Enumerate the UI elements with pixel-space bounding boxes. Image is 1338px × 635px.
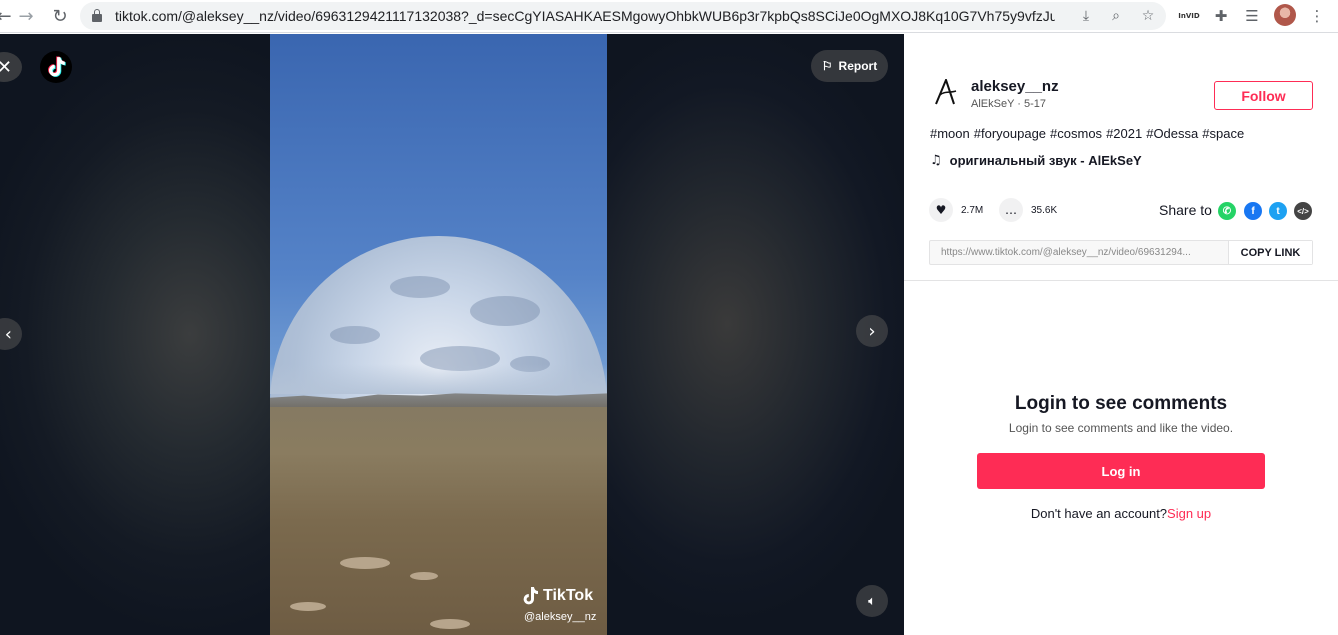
comments-login-title: Login to see comments: [1014, 393, 1228, 414]
close-icon: ✕: [0, 56, 12, 78]
chevron-right-icon: ›: [868, 320, 876, 342]
lock-icon: [92, 9, 102, 22]
follow-button[interactable]: Follow: [1214, 81, 1313, 110]
hashtag[interactable]: #space: [1202, 126, 1244, 141]
video-watermark: TikTok: [521, 586, 593, 606]
comment-stat[interactable]: … 35.6K: [999, 198, 1057, 222]
login-button[interactable]: Log in: [977, 453, 1265, 489]
author-nickname: AlEkSeY: [971, 98, 1015, 110]
no-account-text: Don't have an account?: [1030, 506, 1168, 521]
tiktok-logo-icon[interactable]: [40, 51, 72, 83]
video-player[interactable]: TikTok @aleksey__nz: [270, 34, 607, 635]
hashtag-list: #moon #foryoupage #cosmos #2021 #Odessa #spac…: [930, 126, 1248, 141]
hashtag[interactable]: #moon: [930, 126, 970, 141]
share-link-text[interactable]: https://www.tiktok.com/@aleksey__nz/vide…: [941, 247, 1227, 258]
music-title: оригинальный звук - AlEkSeY: [949, 153, 1142, 168]
author-logo-icon: [935, 79, 957, 105]
volume-button[interactable]: 🔈︎: [856, 585, 888, 617]
author-subline: AlEkSeY · 5-17: [971, 98, 1047, 110]
divider: [904, 280, 1338, 281]
heart-icon[interactable]: ♥: [929, 198, 953, 222]
speaker-icon: 🔈︎: [868, 593, 876, 609]
comments-login-subtitle: Login to see comments and like the video…: [1008, 421, 1234, 435]
copy-link-button[interactable]: COPY LINK: [1228, 241, 1312, 264]
share-label: Share to: [1159, 202, 1212, 218]
comment-count: 35.6K: [1031, 204, 1058, 216]
signup-link[interactable]: Sign up: [1167, 506, 1211, 521]
forward-icon[interactable]: →: [14, 4, 38, 28]
bookmark-star-icon[interactable]: ☆: [1139, 7, 1157, 25]
like-count: 2.7M: [961, 204, 984, 216]
chevron-left-icon: ‹: [4, 323, 12, 345]
music-note-icon: ♫: [930, 153, 942, 168]
embed-icon[interactable]: </>: [1294, 202, 1312, 220]
install-icon[interactable]: ⤓: [1077, 7, 1095, 25]
author-avatar[interactable]: [930, 76, 962, 108]
address-bar[interactable]: tiktok.com/@aleksey__nz/video/6963129421…: [80, 2, 1166, 30]
zoom-icon[interactable]: ⌕: [1107, 7, 1125, 25]
browser-toolbar: ← → ↻ tiktok.com/@aleksey__nz/video/6963…: [0, 0, 1338, 33]
close-button[interactable]: ✕: [0, 52, 22, 82]
hashtag[interactable]: #foryoupage: [974, 126, 1046, 141]
profile-avatar[interactable]: [1274, 4, 1296, 26]
tiktok-note-icon: [523, 587, 538, 605]
hashtag[interactable]: #2021: [1106, 126, 1142, 141]
twitter-icon[interactable]: t: [1269, 202, 1287, 220]
next-video-button[interactable]: ›: [856, 315, 888, 347]
invid-extension-icon[interactable]: InVID: [1178, 5, 1200, 27]
previous-video-button[interactable]: ‹: [0, 318, 22, 350]
video-details-panel: aleksey__nz AlEkSeY · 5-17 Follow #moon #…: [904, 34, 1338, 635]
comment-icon[interactable]: …: [999, 198, 1023, 222]
report-button[interactable]: ⚐ Report: [811, 50, 888, 82]
reading-list-icon[interactable]: ☰: [1241, 5, 1263, 27]
like-stat[interactable]: ♥ 2.7M: [929, 198, 983, 222]
music-link[interactable]: ♫ оригинальный звук - AlEkSeY: [930, 153, 1142, 168]
whatsapp-icon[interactable]: ✆: [1218, 202, 1236, 220]
reload-icon[interactable]: ↻: [48, 4, 72, 28]
hashtag[interactable]: #cosmos: [1050, 126, 1102, 141]
post-date: 5-17: [1024, 98, 1047, 110]
url-text[interactable]: tiktok.com/@aleksey__nz/video/6963129421…: [115, 8, 1055, 24]
video-stage: TikTok @aleksey__nz ✕ ⚐ Report ‹ › 🔈︎: [0, 34, 904, 635]
facebook-icon[interactable]: f: [1244, 202, 1262, 220]
watermark-handle: @aleksey__nz: [524, 611, 597, 623]
hashtag[interactable]: #Odessa: [1146, 126, 1198, 141]
flag-icon: ⚐: [821, 59, 833, 73]
extensions-puzzle-icon[interactable]: ✚: [1210, 5, 1232, 27]
author-username[interactable]: aleksey__nz: [971, 78, 1059, 95]
share-link-box: https://www.tiktok.com/@aleksey__nz/vide…: [929, 240, 1313, 265]
menu-kebab-icon[interactable]: ⋮: [1306, 5, 1328, 27]
signup-prompt: Don't have an account?Sign up: [904, 506, 1338, 521]
